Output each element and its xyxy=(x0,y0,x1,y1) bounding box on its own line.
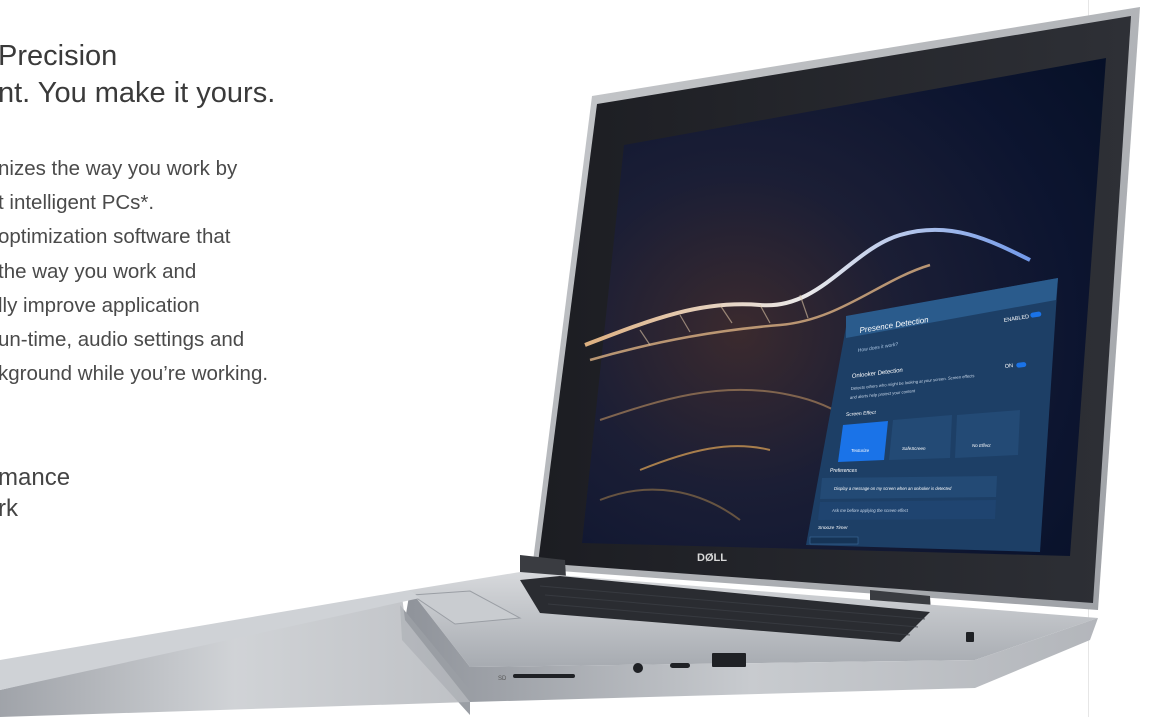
sd-label: SD xyxy=(498,676,507,682)
effect-label: Texturize xyxy=(851,448,870,453)
dell-logo: DØLL xyxy=(697,552,727,564)
preferences-label: Preferences xyxy=(830,468,857,474)
effect-noeffect-tile xyxy=(955,410,1020,458)
effect-safescreen-tile xyxy=(889,415,952,460)
onlooker-state: ON xyxy=(1005,363,1014,370)
lock-slot xyxy=(966,632,974,642)
effect-texturize-tile xyxy=(838,421,888,462)
pref-1: Display a message on my screen when an o… xyxy=(834,486,952,491)
usb-a-port xyxy=(712,653,746,667)
headphone-jack xyxy=(633,663,643,673)
effect-label: No Effect xyxy=(972,443,991,448)
sd-card-slot xyxy=(513,674,575,678)
snooze-dropdown xyxy=(809,536,859,545)
usb-c-port xyxy=(670,663,690,668)
effect-label: SafeScreen xyxy=(902,446,926,451)
pref-2: Ask me before applying the screen effect xyxy=(831,508,909,513)
snooze-label: Snooze Timer xyxy=(818,525,848,531)
laptop-product-image: Presence Detection How does it work? ENA… xyxy=(0,7,1140,717)
